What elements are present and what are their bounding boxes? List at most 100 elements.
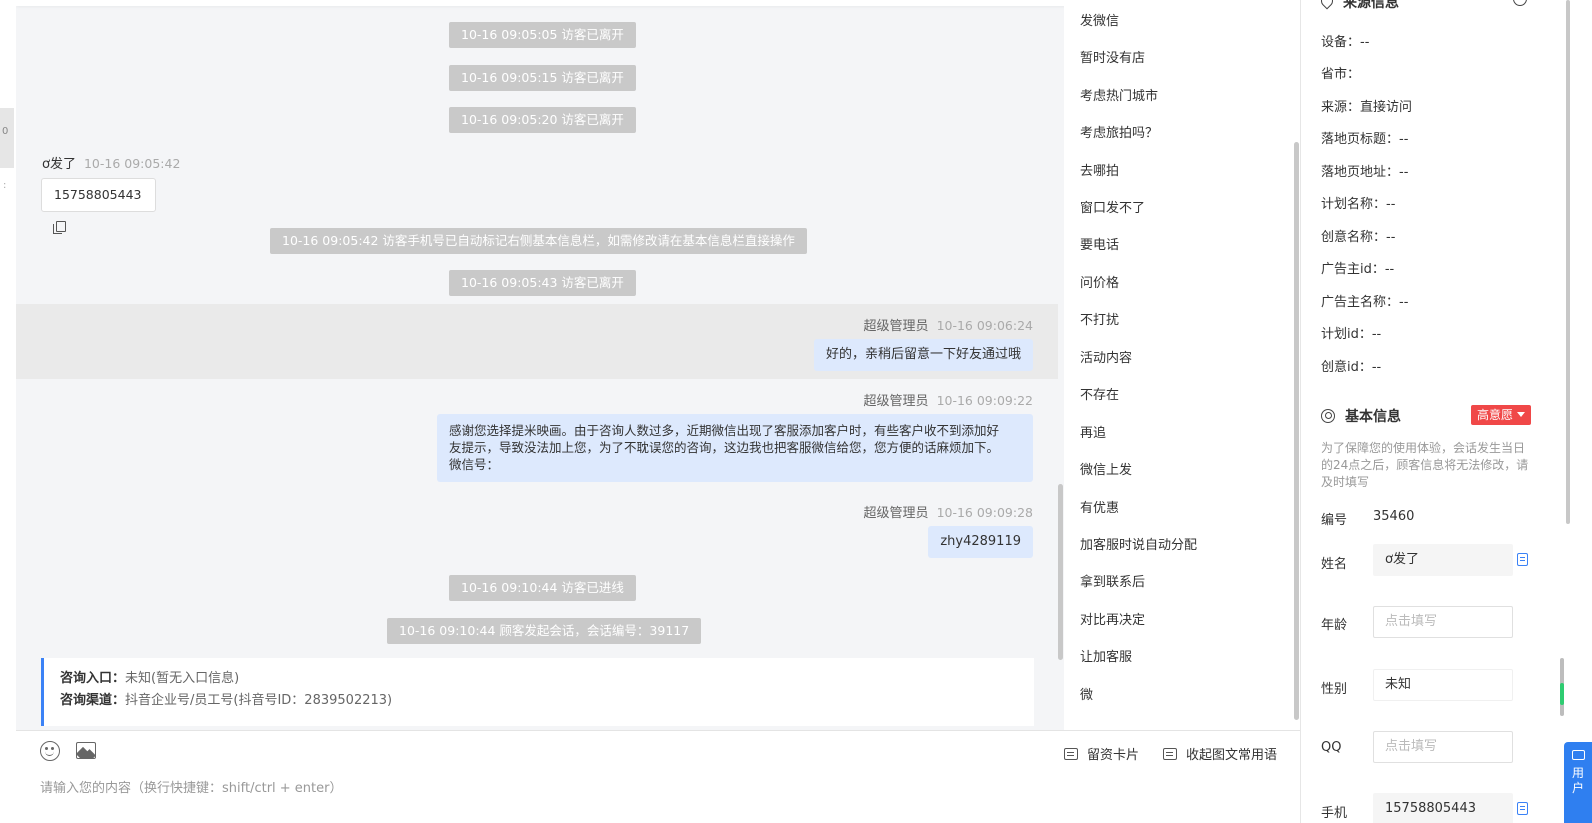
customer-gender-select[interactable]: 未知 bbox=[1373, 669, 1513, 701]
quick-reply-item[interactable]: 考虑热门城市 bbox=[1080, 85, 1158, 104]
source-row: 广告主id：-- bbox=[1321, 262, 1395, 277]
customer-id-label: 编号 bbox=[1321, 513, 1348, 528]
user-circle-icon bbox=[1321, 409, 1335, 423]
consult-channel-row: 咨询渠道：抖音企业号/员工号(抖音号ID：2839502213) bbox=[60, 690, 1018, 712]
message-input[interactable]: 请输入您的内容（换行快捷键：shift/ctrl + enter） bbox=[40, 777, 343, 796]
emoji-icon[interactable] bbox=[40, 741, 60, 761]
basic-info-title-text: 基本信息 bbox=[1345, 409, 1401, 425]
edit-deadline-note: 为了保障您的使用体验，会话发生当日的24点之后，顾客信息将无法修改，请及时填写 bbox=[1321, 441, 1529, 489]
quick-reply-item[interactable]: 微 bbox=[1080, 684, 1093, 703]
agent-message-time: 10-16 09:09:22 bbox=[936, 393, 1033, 408]
customer-name-field[interactable]: ơ发了 bbox=[1373, 544, 1513, 576]
customer-age-field[interactable]: 点击填写 bbox=[1373, 606, 1513, 638]
lead-card-label: 留资卡片 bbox=[1087, 748, 1140, 763]
agent-message-bubble: zhy4289119 bbox=[928, 526, 1033, 558]
panel-scrollbar[interactable] bbox=[1566, 0, 1570, 524]
source-row: 创意id：-- bbox=[1321, 360, 1382, 375]
customer-qq-field[interactable]: 点击填写 bbox=[1373, 731, 1513, 763]
quick-reply-item[interactable]: 要电话 bbox=[1080, 234, 1119, 253]
status-indicator bbox=[1560, 683, 1564, 705]
agent-message-header: 超级管理员 10-16 09:09:22 bbox=[864, 390, 1033, 409]
source-row: 来源：直接访问 bbox=[1321, 100, 1413, 115]
quick-reply-item[interactable]: 加客服时说自动分配 bbox=[1080, 534, 1197, 553]
collapsed-side-tab[interactable] bbox=[0, 108, 14, 168]
quick-reply-item[interactable]: 活动内容 bbox=[1080, 347, 1132, 366]
source-row: 计划名称：-- bbox=[1321, 197, 1396, 212]
visitor-phone-card[interactable]: 15758805443 bbox=[41, 178, 156, 234]
intent-level-dropdown[interactable]: 高意愿 bbox=[1471, 405, 1532, 425]
quick-reply-item[interactable]: 问价格 bbox=[1080, 272, 1119, 291]
agent-message-text: zhy4289119 bbox=[940, 534, 1021, 549]
basic-info-title: 基本信息 bbox=[1321, 406, 1401, 426]
intent-level-label: 高意愿 bbox=[1477, 408, 1514, 422]
customer-id-value: 35460 bbox=[1373, 509, 1415, 524]
quick-reply-scrollbar[interactable] bbox=[1294, 142, 1299, 720]
consult-entry-row: 咨询入口：未知(暂无入口信息) bbox=[60, 668, 1018, 690]
left-edge-mark-2: : bbox=[3, 180, 7, 191]
visitor-name: ơ发了 bbox=[42, 157, 76, 172]
system-message: 10-16 09:05:42 访客手机号已自动标记右侧基本信息栏，如需修改请在基… bbox=[270, 228, 807, 254]
quick-reply-item[interactable]: 考虑旅拍吗？ bbox=[1080, 122, 1158, 141]
caret-down-icon bbox=[1517, 412, 1526, 417]
agent-message-line: 友提示，导致没法加上您，为了不耽误您的咨询，这边我也把客服微信给您，您方便的话麻… bbox=[449, 440, 1000, 455]
edit-icon[interactable] bbox=[1513, 0, 1527, 6]
chat-history[interactable]: 10-16 09:05:05 访客已离开 10-16 09:05:15 访客已离… bbox=[16, 0, 1073, 740]
card-icon bbox=[1163, 748, 1177, 760]
quick-reply-item[interactable]: 再追 bbox=[1080, 422, 1106, 441]
agent-message-header: 超级管理员 10-16 09:06:24 bbox=[864, 315, 1033, 334]
agent-message-time: 10-16 09:09:28 bbox=[936, 505, 1033, 520]
customer-gender-label: 性别 bbox=[1321, 682, 1348, 697]
agent-name: 超级管理员 bbox=[863, 394, 929, 409]
copy-icon[interactable] bbox=[1517, 553, 1528, 566]
customer-info-panel: 来源信息 设备：-- 省市： 来源：直接访问 落地页标题：-- 落地页地址：--… bbox=[1301, 0, 1554, 823]
left-edge-mark: 0 bbox=[2, 126, 9, 137]
consult-channel-label: 咨询渠道： bbox=[60, 693, 126, 708]
copy-icon[interactable] bbox=[53, 221, 66, 234]
quick-reply-item[interactable]: 让加客服 bbox=[1080, 646, 1132, 665]
agent-name: 超级管理员 bbox=[863, 506, 929, 521]
quick-reply-item[interactable]: 微信上发 bbox=[1080, 459, 1132, 478]
user-side-tab[interactable]: 用户 bbox=[1564, 742, 1592, 823]
customer-age-label: 年龄 bbox=[1321, 618, 1348, 633]
message-input-area: 留资卡片 收起图文常用语 请输入您的内容（换行快捷键：shift/ctrl + … bbox=[16, 730, 1300, 823]
agent-name: 超级管理员 bbox=[863, 319, 929, 334]
quick-reply-item[interactable]: 不打扰 bbox=[1080, 309, 1119, 328]
system-message: 10-16 09:05:05 访客已离开 bbox=[449, 22, 636, 48]
consult-channel-value: 抖音企业号/员工号(抖音号ID：2839502213) bbox=[125, 693, 393, 708]
quick-reply-item[interactable]: 发微信 bbox=[1080, 10, 1119, 29]
lead-card-button[interactable]: 留资卡片 bbox=[1064, 744, 1139, 763]
quick-reply-item[interactable]: 暂时没有店 bbox=[1080, 47, 1145, 66]
system-message: 10-16 09:05:43 访客已离开 bbox=[449, 270, 636, 296]
system-message: 10-16 09:10:44 顾客发起会话，会话编号：39117 bbox=[387, 618, 702, 644]
system-message: 10-16 09:10:44 访客已进线 bbox=[449, 575, 636, 601]
quick-reply-item[interactable]: 窗口发不了 bbox=[1080, 197, 1145, 216]
visitor-message-header: ơ发了 10-16 09:05:42 bbox=[42, 153, 180, 172]
source-row: 计划id：-- bbox=[1321, 327, 1382, 342]
source-row: 创意名称：-- bbox=[1321, 230, 1396, 245]
customer-phone-field[interactable]: 15758805443 bbox=[1373, 793, 1513, 823]
customer-name-label: 姓名 bbox=[1321, 557, 1348, 572]
source-row: 设备：-- bbox=[1321, 35, 1370, 50]
quick-reply-item[interactable]: 拿到联系后 bbox=[1080, 571, 1145, 590]
app-window: 0 : 10-16 09:05:05 访客已离开 10-16 09:05:15 … bbox=[0, 0, 1592, 823]
collapse-phrases-label: 收起图文常用语 bbox=[1186, 748, 1278, 763]
location-icon bbox=[1318, 0, 1336, 10]
quick-reply-item[interactable]: 不存在 bbox=[1080, 384, 1119, 403]
agent-message-line: 微信号： bbox=[449, 457, 500, 472]
chat-scrollbar[interactable] bbox=[1058, 484, 1063, 660]
chat-top-bar bbox=[16, 0, 1073, 6]
quick-reply-item[interactable]: 去哪拍 bbox=[1080, 160, 1119, 179]
chat-icon bbox=[1571, 750, 1585, 760]
collapse-phrases-button[interactable]: 收起图文常用语 bbox=[1163, 744, 1277, 763]
user-side-tab-label: 用户 bbox=[1571, 766, 1584, 795]
card-icon bbox=[1064, 748, 1078, 760]
image-icon[interactable] bbox=[76, 742, 96, 759]
quick-reply-item[interactable]: 有优惠 bbox=[1080, 497, 1119, 516]
source-info-title: 来源信息 bbox=[1318, 0, 1399, 12]
source-row: 落地页地址：-- bbox=[1321, 165, 1409, 180]
agent-message-bubble: 感谢您选择提米映画。由于咨询人数过多，近期微信出现了客服添加客户时，有些客户收不… bbox=[437, 414, 1033, 482]
quick-reply-list[interactable]: 发微信 暂时没有店 考虑热门城市 考虑旅拍吗？ 去哪拍 窗口发不了 要电话 问价… bbox=[1064, 0, 1300, 730]
visitor-message-time: 10-16 09:05:42 bbox=[83, 156, 181, 171]
copy-icon[interactable] bbox=[1517, 802, 1528, 815]
quick-reply-item[interactable]: 对比再决定 bbox=[1080, 609, 1145, 628]
